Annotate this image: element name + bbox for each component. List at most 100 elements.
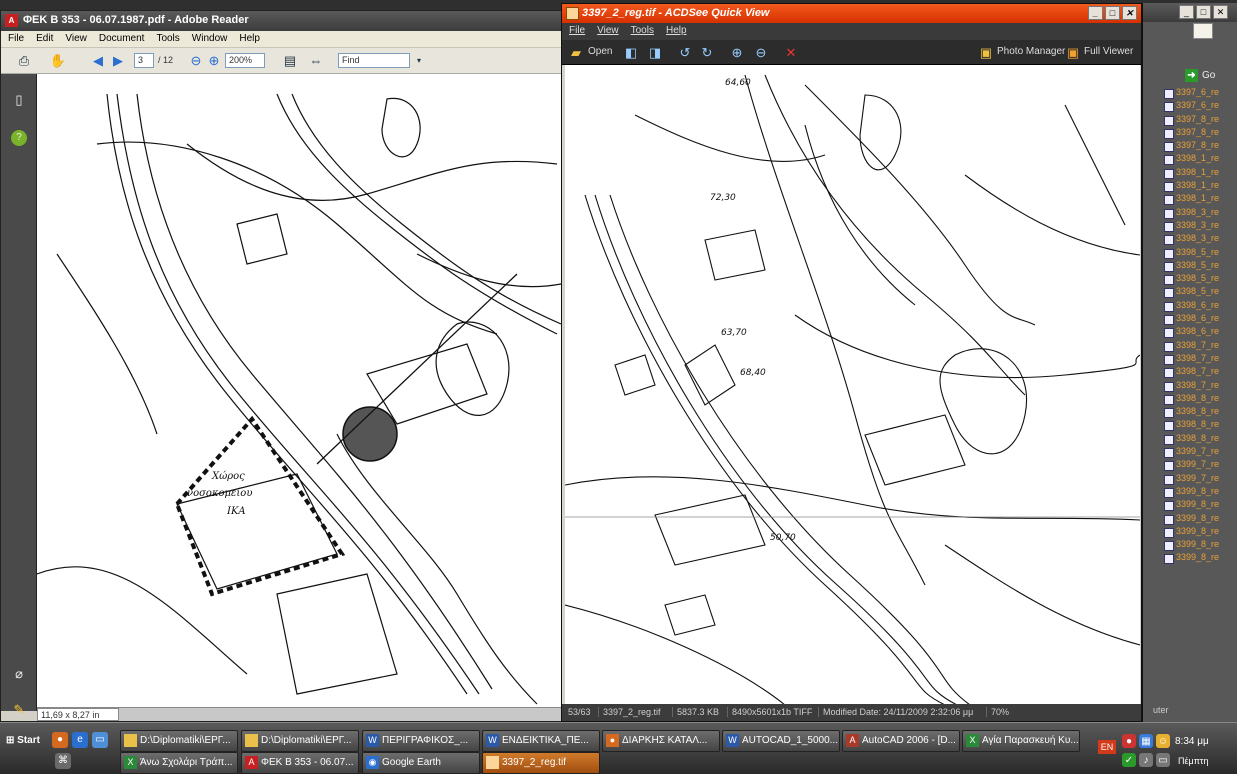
prev-page-icon[interactable]: ◀: [89, 52, 107, 69]
menu-view[interactable]: View: [590, 23, 624, 36]
file-item[interactable]: 3399_7_re: [1163, 446, 1237, 459]
task-autocad-doc[interactable]: W AUTOCAD_1_5000...: [722, 730, 840, 752]
file-item[interactable]: 3397_8_re: [1163, 114, 1237, 127]
file-item[interactable]: 3398_3_re: [1163, 207, 1237, 220]
minimize-button[interactable]: _: [1179, 5, 1194, 19]
delete-icon[interactable]: ✕: [782, 44, 800, 61]
previous-image-icon[interactable]: ◧: [622, 44, 640, 61]
file-item[interactable]: 3398_3_re: [1163, 233, 1237, 246]
fit-width-icon[interactable]: ⇔: [307, 52, 325, 69]
file-item[interactable]: 3398_7_re: [1163, 340, 1237, 353]
file-item[interactable]: 3397_6_re: [1163, 100, 1237, 113]
task-firefox[interactable]: ● ΔΙΑΡΚΗΣ ΚΑΤΑΛ...: [602, 730, 720, 752]
help-icon[interactable]: ?: [11, 130, 27, 146]
photo-manager-icon[interactable]: ▣: [977, 44, 995, 61]
zoom-in-icon[interactable]: ⊕: [205, 52, 223, 69]
file-item[interactable]: 3398_5_re: [1163, 273, 1237, 286]
messenger-tray-icon[interactable]: ☺: [1156, 734, 1170, 748]
find-input[interactable]: Find: [338, 53, 410, 68]
close-button[interactable]: ✕: [1213, 5, 1228, 19]
menu-tools[interactable]: Tools: [624, 23, 659, 36]
file-item[interactable]: 3398_1_re: [1163, 167, 1237, 180]
find-dropdown-icon[interactable]: ▾: [410, 52, 428, 69]
explorer-titlebar[interactable]: _ □ ✕: [1143, 3, 1237, 22]
attachment-icon[interactable]: ⌀: [11, 666, 27, 682]
minimize-button[interactable]: _: [1088, 6, 1103, 20]
acdsee-window[interactable]: 3397_2_reg.tif - ACDSee Quick View _ □ ✕ F…: [561, 3, 1142, 722]
tray-icon[interactable]: ✓: [1122, 753, 1136, 767]
show-desktop-icon[interactable]: ▭: [92, 732, 108, 748]
photo-manager-button[interactable]: Photo Manager: [997, 46, 1065, 57]
file-item[interactable]: 3399_8_re: [1163, 552, 1237, 565]
file-item[interactable]: 3398_5_re: [1163, 286, 1237, 299]
zoom-in-icon[interactable]: ⊕: [728, 44, 746, 61]
task-folder-2[interactable]: D:\Diplomatiki\ΕΡΓ...: [241, 730, 359, 752]
language-indicator[interactable]: EN: [1098, 740, 1116, 754]
hand-tool-icon[interactable]: ✋: [49, 52, 67, 69]
maximize-button[interactable]: □: [1196, 5, 1211, 19]
file-item[interactable]: 3398_6_re: [1163, 300, 1237, 313]
task-excel-2[interactable]: X Άνω Σχολάρι Τράπ...: [120, 752, 238, 774]
file-item[interactable]: 3398_1_re: [1163, 153, 1237, 166]
pages-icon[interactable]: ▯: [11, 92, 27, 108]
adobe-reader-window[interactable]: A ΦΕΚ Β 353 - 06.07.1987.pdf - Adobe Rea…: [0, 10, 562, 722]
task-google-earth[interactable]: ◉ Google Earth: [362, 752, 480, 774]
next-page-icon[interactable]: ▶: [109, 52, 127, 69]
file-item[interactable]: 3398_8_re: [1163, 393, 1237, 406]
file-item[interactable]: 3398_6_re: [1163, 313, 1237, 326]
menu-tools[interactable]: Tools: [149, 31, 184, 44]
network-tray-icon[interactable]: ▦: [1139, 734, 1153, 748]
task-adobe-reader[interactable]: A ΦΕΚ Β 353 - 06.07...: [241, 752, 359, 774]
file-item[interactable]: 3399_8_re: [1163, 526, 1237, 539]
menu-window[interactable]: Window: [185, 31, 233, 44]
task-word-doc-2[interactable]: W ΕΝΔΕΙΚΤΙΚΑ_ΠΕ...: [482, 730, 600, 752]
page-number-field[interactable]: 3: [134, 53, 154, 68]
file-item[interactable]: 3399_8_re: [1163, 539, 1237, 552]
task-word-doc[interactable]: W ΠΕΡΙΓΡΑΦΙΚΟΣ_...: [362, 730, 480, 752]
rotate-right-icon[interactable]: ↻: [698, 44, 716, 61]
explorer-window[interactable]: _ □ ✕ ➜ Go 3397_6_re 3397_6_re 3397_8_re 3397_…: [1142, 3, 1237, 722]
firefox-icon[interactable]: ●: [52, 732, 68, 748]
zoom-field[interactable]: 200%: [225, 53, 265, 68]
menu-file[interactable]: File: [1, 31, 29, 44]
tray-icon[interactable]: ▭: [1156, 753, 1170, 767]
full-viewer-button[interactable]: Full Viewer: [1084, 46, 1133, 57]
file-item[interactable]: 3398_7_re: [1163, 380, 1237, 393]
open-folder-icon[interactable]: ▰: [567, 44, 585, 61]
zoom-out-icon[interactable]: ⊖: [752, 44, 770, 61]
antivirus-tray-icon[interactable]: ●: [1122, 734, 1136, 748]
maximize-button[interactable]: □: [1105, 6, 1120, 20]
menu-document[interactable]: Document: [92, 31, 150, 44]
file-item[interactable]: 3398_1_re: [1163, 193, 1237, 206]
full-viewer-icon[interactable]: ▣: [1064, 44, 1082, 61]
comments-icon[interactable]: ✎: [11, 702, 27, 718]
volume-tray-icon[interactable]: ♪: [1139, 753, 1153, 767]
print-icon[interactable]: ⎙: [15, 52, 33, 69]
pdf-map-view[interactable]: Χώρος νοσοκομείου ΙΚΑ: [37, 74, 561, 717]
file-item[interactable]: 3397_8_re: [1163, 127, 1237, 140]
file-item[interactable]: 3398_8_re: [1163, 406, 1237, 419]
file-item[interactable]: 3398_5_re: [1163, 247, 1237, 260]
file-item[interactable]: 3398_7_re: [1163, 353, 1237, 366]
menu-file[interactable]: File: [562, 23, 590, 36]
file-item[interactable]: 3397_6_re: [1163, 87, 1237, 100]
clock[interactable]: 8:34 μμ: [1175, 736, 1209, 747]
image-viewer[interactable]: 64,60 72,30 63,70 68,40 50,70: [565, 65, 1140, 705]
rotate-left-icon[interactable]: ↺: [676, 44, 694, 61]
file-item[interactable]: 3399_8_re: [1163, 499, 1237, 512]
file-item[interactable]: 3398_8_re: [1163, 433, 1237, 446]
reader-titlebar[interactable]: A ΦΕΚ Β 353 - 06.07.1987.pdf - Adobe Rea…: [1, 11, 561, 31]
go-button[interactable]: ➜ Go: [1183, 67, 1233, 84]
file-item[interactable]: 3398_5_re: [1163, 260, 1237, 273]
acdsee-titlebar[interactable]: 3397_2_reg.tif - ACDSee Quick View _ □ ✕: [562, 4, 1141, 23]
file-item[interactable]: 3399_7_re: [1163, 459, 1237, 472]
file-item[interactable]: 3398_1_re: [1163, 180, 1237, 193]
file-item[interactable]: 3399_8_re: [1163, 486, 1237, 499]
next-image-icon[interactable]: ◨: [646, 44, 664, 61]
file-item[interactable]: 3399_7_re: [1163, 473, 1237, 486]
task-autocad[interactable]: A AutoCAD 2006 - [D...: [842, 730, 960, 752]
start-button[interactable]: ⊞ Start: [3, 731, 47, 751]
task-excel[interactable]: X Αγία Παρασκευή Κυ...: [962, 730, 1080, 752]
ie-icon[interactable]: e: [72, 732, 88, 748]
menu-view[interactable]: View: [58, 31, 92, 44]
